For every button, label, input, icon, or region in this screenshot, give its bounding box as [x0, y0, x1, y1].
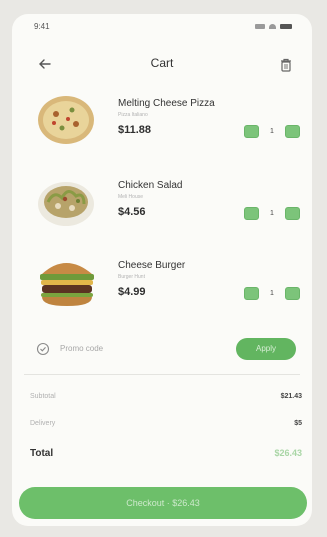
wifi-icon [269, 24, 276, 29]
item-name: Melting Cheese Pizza [118, 98, 215, 109]
divider [24, 374, 300, 375]
item-name: Chicken Salad [118, 180, 183, 191]
checkout-button[interactable]: Checkout · $26.43 [19, 487, 307, 519]
cart-item-pizza: Melting Cheese Pizza Pizza Italiano $11.… [34, 90, 304, 154]
subtotal-row: Subtotal $21.43 [30, 393, 302, 409]
increase-button[interactable] [285, 207, 300, 220]
cart-item-salad: Chicken Salad Meli House $4.56 1 [34, 172, 304, 236]
promo-row: Promo code Apply [34, 338, 296, 362]
phone-screen: 9:41 Cart Melting Cheese Pizza Pizza Ita… [12, 14, 312, 526]
subtotal-label: Subtotal [30, 393, 56, 400]
item-restaurant: Pizza Italiano [118, 112, 148, 118]
subtotal-value: $21.43 [280, 393, 302, 400]
status-icons [255, 24, 292, 29]
item-price: $4.56 [118, 206, 146, 218]
item-restaurant: Meli House [118, 194, 144, 200]
quantity-value: 1 [270, 210, 274, 217]
decrease-button[interactable] [244, 207, 259, 220]
status-time: 9:41 [34, 22, 50, 31]
pizza-image [38, 96, 94, 144]
header: Cart [12, 52, 312, 76]
salad-image [38, 182, 94, 226]
quantity-stepper: 1 [244, 287, 300, 300]
battery-icon [280, 24, 292, 29]
status-bar: 9:41 [12, 14, 312, 40]
burger-image [40, 263, 94, 306]
quantity-stepper: 1 [244, 125, 300, 138]
quantity-value: 1 [270, 290, 274, 297]
promo-code-input[interactable]: Promo code [60, 344, 103, 353]
item-restaurant: Burger Hunt [118, 274, 145, 280]
delivery-value: $5 [294, 420, 302, 427]
promo-check-icon [36, 342, 50, 356]
decrease-button[interactable] [244, 125, 259, 138]
total-label: Total [30, 448, 54, 459]
item-price: $11.88 [118, 124, 152, 136]
delivery-row: Delivery $5 [30, 420, 302, 436]
increase-button[interactable] [285, 125, 300, 138]
total-value: $26.43 [274, 448, 302, 458]
quantity-stepper: 1 [244, 207, 300, 220]
page-title: Cart [150, 56, 174, 70]
item-price: $4.99 [118, 286, 146, 298]
apply-button[interactable]: Apply [236, 338, 296, 360]
decrease-button[interactable] [244, 287, 259, 300]
trash-icon[interactable] [280, 58, 292, 72]
delivery-label: Delivery [30, 420, 56, 427]
cart-item-burger: Cheese Burger Burger Hunt $4.99 1 [34, 252, 304, 316]
item-name: Cheese Burger [118, 260, 186, 271]
total-row: Total $26.43 [30, 448, 302, 464]
quantity-value: 1 [270, 128, 274, 135]
increase-button[interactable] [285, 287, 300, 300]
signal-icon [255, 24, 265, 29]
